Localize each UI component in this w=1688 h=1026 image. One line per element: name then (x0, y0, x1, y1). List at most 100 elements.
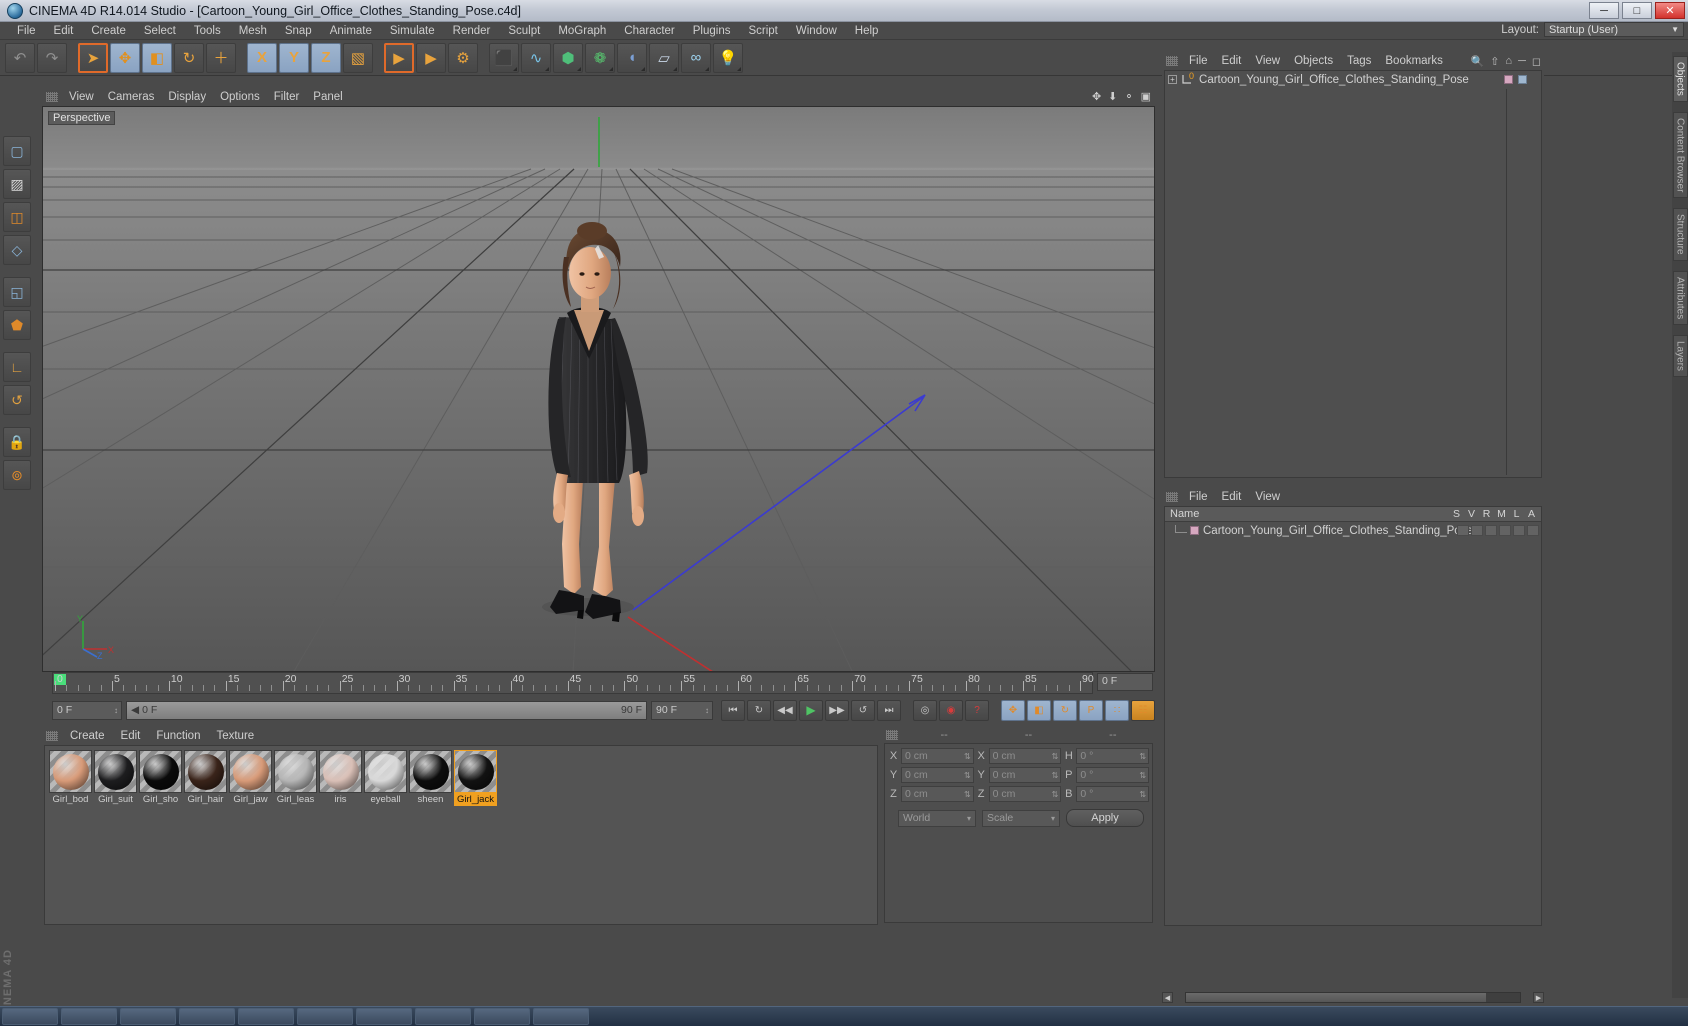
coordinate-h-field[interactable]: 0 ° ⇅ (1076, 748, 1150, 764)
menu-item-mesh[interactable]: Mesh (230, 24, 276, 38)
object-menu-view[interactable]: View (1248, 54, 1287, 68)
coordinate-p-field[interactable]: 0 ° ⇅ (1076, 767, 1150, 783)
stepper-icon[interactable]: ⇅ (964, 771, 971, 780)
menu-item-simulate[interactable]: Simulate (381, 24, 444, 38)
layer-manager-toggle[interactable] (1499, 525, 1511, 536)
material-preview[interactable] (139, 750, 182, 793)
layer-column-v[interactable]: V (1464, 508, 1479, 520)
world-object-coord-button[interactable]: ▧ (343, 42, 373, 73)
point-mode-button[interactable]: ◇ (3, 235, 31, 265)
layer-color-swatch[interactable] (1190, 526, 1199, 535)
material-item[interactable]: eyeball (364, 750, 407, 808)
panel-grip-icon[interactable] (46, 92, 58, 102)
taskbar-item[interactable] (297, 1008, 353, 1025)
pla-key-button[interactable]: P (1079, 699, 1103, 721)
right-tab-objects[interactable]: Objects (1672, 56, 1688, 102)
object-tree[interactable]: + 0 Cartoon_Young_Girl_Office_Clothes_St… (1164, 70, 1542, 478)
layer-horizontal-scrollbar[interactable]: ◀ ▶ (1162, 991, 1544, 1004)
time-scrubber[interactable]: ◀ 0 F 90 F (126, 700, 647, 720)
stepper-icon[interactable]: ⇅ (964, 752, 971, 761)
coordinate-mode-dropdown[interactable]: Scale ▾ (982, 809, 1060, 827)
material-item[interactable]: Girl_sho (139, 750, 182, 808)
camera-button[interactable]: ∞ (681, 42, 711, 73)
material-item[interactable]: Girl_suit (94, 750, 137, 808)
taskbar-item[interactable] (356, 1008, 412, 1025)
level-of-detail-button[interactable]: ☷ (1131, 699, 1155, 721)
material-item[interactable]: Girl_jaw (229, 750, 272, 808)
rotate-icon[interactable]: ⚬ (1124, 90, 1133, 103)
material-preview[interactable] (454, 750, 497, 793)
coordinate-x-field[interactable]: 0 cm ⇅ (988, 748, 1062, 764)
material-preview[interactable] (319, 750, 362, 793)
object-menu-tags[interactable]: Tags (1340, 54, 1378, 68)
nurbs-generator-button[interactable]: ⬢ (553, 42, 583, 73)
layer-column-a[interactable]: A (1524, 508, 1539, 520)
layer-menu-edit[interactable]: Edit (1215, 490, 1249, 504)
taskbar-item[interactable] (415, 1008, 471, 1025)
material-item[interactable]: sheen (409, 750, 452, 808)
coordinate-y-field[interactable]: 0 cm ⇅ (901, 767, 974, 783)
play-button[interactable]: ▶ (799, 699, 823, 721)
maximize-view-icon[interactable]: ▣ (1141, 90, 1151, 103)
x-axis-lock-button[interactable]: X (247, 42, 277, 73)
stepper-icon[interactable]: ↕ (114, 706, 118, 715)
scrub-left-arrow-icon[interactable]: ◀ (131, 704, 139, 716)
stepper-icon[interactable]: ⇅ (1052, 752, 1059, 761)
material-preview[interactable] (229, 750, 272, 793)
light-button[interactable]: 💡 (713, 42, 743, 73)
menu-item-select[interactable]: Select (135, 24, 185, 38)
layer-render-toggle[interactable] (1485, 525, 1497, 536)
menu-item-script[interactable]: Script (739, 24, 786, 38)
layer-column-l[interactable]: L (1509, 508, 1524, 520)
material-preview[interactable] (49, 750, 92, 793)
layer-menu-file[interactable]: File (1182, 490, 1215, 504)
material-item[interactable]: Girl_leas (274, 750, 317, 808)
add-tool-button[interactable]: ＋ (206, 42, 236, 73)
stepper-icon[interactable]: ↕ (705, 706, 709, 715)
cube-primitive-button[interactable]: ⬛ (489, 42, 519, 73)
layer-list[interactable]: Name SVRMLA Cartoon_Young_Girl_Office_Cl… (1164, 506, 1542, 926)
scroll-right-arrow-icon[interactable]: ▶ (1533, 992, 1544, 1003)
up-level-icon[interactable]: ⇧ (1490, 55, 1499, 68)
model-mode-button[interactable]: ▢ (3, 136, 31, 166)
layer-column-m[interactable]: M (1494, 508, 1509, 520)
texture-mode-button[interactable]: ▨ (3, 169, 31, 199)
y-axis-lock-button[interactable]: Y (279, 42, 309, 73)
perspective-viewport[interactable]: Perspective Y X Z (42, 106, 1155, 672)
viewport-menu-cameras[interactable]: Cameras (101, 90, 162, 104)
material-tag-icon[interactable] (1504, 75, 1513, 84)
coordinate-z-field[interactable]: 0 cm ⇅ (901, 786, 974, 802)
stepper-icon[interactable]: ⇅ (1052, 771, 1059, 780)
live-selection-button[interactable]: ➤ (78, 42, 108, 73)
layer-animation-toggle[interactable] (1527, 525, 1539, 536)
right-tab-content-browser[interactable]: Content Browser (1672, 111, 1688, 199)
environment-floor-button[interactable]: ▱ (649, 42, 679, 73)
param-key-button[interactable]: ∷ (1105, 699, 1129, 721)
taskbar-item[interactable] (61, 1008, 117, 1025)
scroll-left-arrow-icon[interactable]: ◀ (1162, 992, 1173, 1003)
layer-row[interactable]: Cartoon_Young_Girl_Office_Clothes_Standi… (1165, 522, 1541, 539)
layout-dropdown[interactable]: Startup (User) ▼ (1544, 22, 1684, 37)
coordinate-b-field[interactable]: 0 ° ⇅ (1076, 786, 1150, 802)
taskbar-item-active[interactable] (179, 1008, 235, 1025)
rotate-tool-button[interactable]: ↻ (174, 42, 204, 73)
menu-item-snap[interactable]: Snap (276, 24, 321, 38)
undo-button[interactable]: ↶ (5, 42, 35, 73)
position-key-button[interactable]: ✥ (1001, 699, 1025, 721)
record-active-objects-button[interactable]: ◎ (913, 699, 937, 721)
taskbar-item[interactable] (533, 1008, 589, 1025)
autokeying-button[interactable]: ◉ (939, 699, 963, 721)
menu-item-character[interactable]: Character (615, 24, 684, 38)
object-menu-bookmarks[interactable]: Bookmarks (1378, 54, 1450, 68)
panel-grip-icon[interactable] (886, 730, 898, 740)
material-preview[interactable] (409, 750, 452, 793)
z-axis-lock-button[interactable]: Z (311, 42, 341, 73)
object-tree-row[interactable]: + 0 Cartoon_Young_Girl_Office_Clothes_St… (1165, 71, 1541, 88)
material-preview[interactable] (94, 750, 137, 793)
layer-column-r[interactable]: R (1479, 508, 1494, 520)
workplane-button[interactable]: ⊚ (3, 460, 31, 490)
right-tab-attributes[interactable]: Attributes (1672, 270, 1688, 326)
collapse-icon[interactable]: ─ (1518, 55, 1526, 67)
stepper-icon[interactable]: ⇅ (1052, 790, 1059, 799)
menu-item-edit[interactable]: Edit (45, 24, 83, 38)
